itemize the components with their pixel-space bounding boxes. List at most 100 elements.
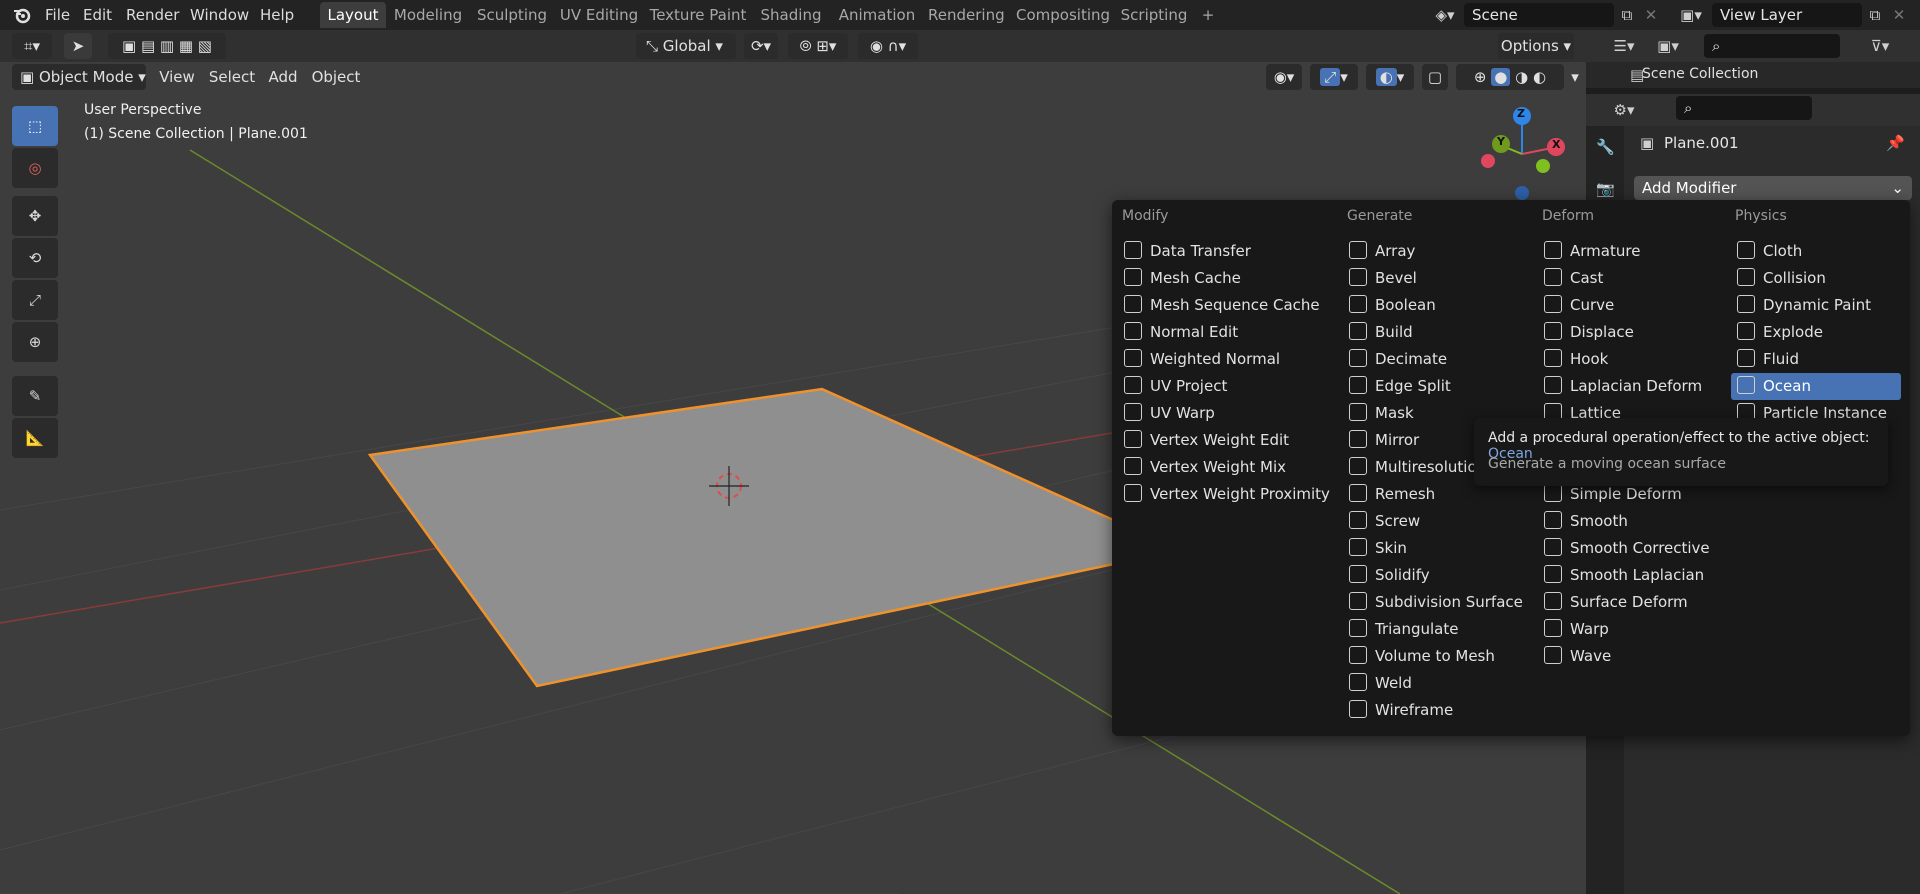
menu-item-smooth[interactable]: Smooth [1538,508,1723,535]
outliner-search-input[interactable]: ⌕ [1704,34,1840,58]
tool-cursor[interactable]: ◎ [12,148,58,188]
menu-edit[interactable]: Edit [83,3,112,27]
properties-editor-type-icon[interactable]: ⚙▾ [1606,98,1642,122]
outliner-editor-type-icon[interactable]: ☰▾ [1606,34,1642,58]
menu-item-data-transfer[interactable]: Data Transfer [1118,238,1333,265]
add-modifier-button[interactable]: Add Modifier ⌄ [1634,176,1912,200]
view-layer-copy-icon[interactable]: ⧉ [1864,3,1886,27]
menu-window[interactable]: Window [190,3,249,27]
tab-texture-paint[interactable]: Texture Paint [648,2,748,28]
tool-scale[interactable]: ⤢ [12,280,58,320]
outliner-filter-icon[interactable]: ⊽▾ [1862,34,1898,58]
tab-modeling[interactable]: Modeling [392,2,464,28]
menu-item-smooth-laplacian[interactable]: Smooth Laplacian [1538,562,1723,589]
menu-item-label: Collision [1763,269,1826,287]
menu-item-label: Triangulate [1375,620,1459,638]
menu-item-skin[interactable]: Skin [1343,535,1528,562]
menu-item-hook[interactable]: Hook [1538,346,1723,373]
tool-transform[interactable]: ⊕ [12,322,58,362]
tab-shading[interactable]: Shading [756,2,826,28]
menu-file[interactable]: File [45,3,70,27]
menu-item-build[interactable]: Build [1343,319,1528,346]
menu-help[interactable]: Help [260,3,294,27]
menu-item-warp[interactable]: Warp [1538,616,1723,643]
tab-sculpting[interactable]: Sculpting [472,2,552,28]
menu-item-label: Curve [1570,296,1615,314]
object-name-label: Plane.001 [1664,134,1739,152]
menu-item-label: Vertex Weight Edit [1150,431,1290,449]
menu-render[interactable]: Render [126,3,179,27]
tab-compositing[interactable]: Compositing [1016,2,1110,28]
menu-item-vertex-weight-edit[interactable]: Vertex Weight Edit [1118,427,1333,454]
menu-item-weighted-normal[interactable]: Weighted Normal [1118,346,1333,373]
menu-item-mesh-sequence-cache[interactable]: Mesh Sequence Cache [1118,292,1333,319]
menu-item-uv-warp[interactable]: UV Warp [1118,400,1333,427]
modifier-icon [1737,268,1755,286]
menu-item-dynamic-paint[interactable]: Dynamic Paint [1731,292,1901,319]
menu-item-mesh-cache[interactable]: Mesh Cache [1118,265,1333,292]
tab-animation[interactable]: Animation [834,2,920,28]
menu-item-curve[interactable]: Curve [1538,292,1723,319]
menu-item-ocean[interactable]: Ocean [1731,373,1901,400]
menu-item-armature[interactable]: Armature [1538,238,1723,265]
menu-item-cloth[interactable]: Cloth [1731,238,1901,265]
tab-uv-editing[interactable]: UV Editing [558,2,640,28]
menu-item-collision[interactable]: Collision [1731,265,1901,292]
menu-item-vertex-weight-mix[interactable]: Vertex Weight Mix [1118,454,1333,481]
gizmo-y-label[interactable]: Y [1497,135,1505,148]
gizmo-z-label[interactable]: Z [1517,107,1525,120]
menu-item-label: Fluid [1763,350,1799,368]
menu-item-displace[interactable]: Displace [1538,319,1723,346]
view-layer-browse-icon[interactable]: ▣▾ [1674,3,1708,27]
add-workspace-icon[interactable]: + [1196,2,1220,28]
outliner-root-label[interactable]: Scene Collection [1642,66,1758,82]
tab-scripting[interactable]: Scripting [1116,2,1192,28]
menu-item-vertex-weight-proximity[interactable]: Vertex Weight Proximity [1118,481,1333,508]
menu-item-edge-split[interactable]: Edge Split [1343,373,1528,400]
menu-item-cast[interactable]: Cast [1538,265,1723,292]
tool-move[interactable]: ✥ [12,196,58,236]
menu-item-solidify[interactable]: Solidify [1343,562,1528,589]
menu-item-triangulate[interactable]: Triangulate [1343,616,1528,643]
tooltip-line2: Generate a moving ocean surface [1488,456,1726,472]
menu-item-label: Skin [1375,539,1407,557]
tab-rendering[interactable]: Rendering [928,2,1005,28]
menu-item-subdivision-surface[interactable]: Subdivision Surface [1343,589,1528,616]
tool-select-box[interactable]: ⬚ [12,106,58,146]
tool-rotate[interactable]: ⟲ [12,238,58,278]
tool-annotate[interactable]: ✎ [12,376,58,416]
menu-item-normal-edit[interactable]: Normal Edit [1118,319,1333,346]
menu-item-boolean[interactable]: Boolean [1343,292,1528,319]
render-tab-icon[interactable]: 📷 [1596,180,1615,198]
modifier-icon [1544,241,1562,259]
view-layer-field[interactable]: View Layer [1712,3,1862,27]
menu-item-laplacian-deform[interactable]: Laplacian Deform [1538,373,1723,400]
menu-item-bevel[interactable]: Bevel [1343,265,1528,292]
gizmo-x-label[interactable]: X [1552,138,1560,151]
scene-close-icon[interactable]: ✕ [1640,3,1662,27]
menu-item-wireframe[interactable]: Wireframe [1343,697,1528,724]
view-layer-close-icon[interactable]: ✕ [1888,3,1910,27]
menu-item-wave[interactable]: Wave [1538,643,1723,670]
menu-item-array[interactable]: Array [1343,238,1528,265]
menu-item-weld[interactable]: Weld [1343,670,1528,697]
pin-icon[interactable]: 📌 [1886,134,1905,152]
tool-tab-icon[interactable]: 🔧 [1596,138,1615,156]
blender-logo-icon[interactable] [12,5,32,25]
scene-copy-icon[interactable]: ⧉ [1616,3,1638,27]
menu-item-explode[interactable]: Explode [1731,319,1901,346]
properties-search-input[interactable]: ⌕ [1676,96,1812,120]
menu-item-volume-to-mesh[interactable]: Volume to Mesh [1343,643,1528,670]
tool-measure[interactable]: 📐 [12,418,58,458]
menu-item-decimate[interactable]: Decimate [1343,346,1528,373]
menu-item-uv-project[interactable]: UV Project [1118,373,1333,400]
menu-item-label: Cloth [1763,242,1803,260]
tab-layout[interactable]: Layout [320,2,386,28]
scene-browse-icon[interactable]: ◈▾ [1428,3,1462,27]
menu-item-screw[interactable]: Screw [1343,508,1528,535]
menu-item-surface-deform[interactable]: Surface Deform [1538,589,1723,616]
menu-item-fluid[interactable]: Fluid [1731,346,1901,373]
menu-item-smooth-corrective[interactable]: Smooth Corrective [1538,535,1723,562]
scene-field[interactable]: Scene [1464,3,1614,27]
outliner-display-mode-icon[interactable]: ▣▾ [1650,34,1686,58]
